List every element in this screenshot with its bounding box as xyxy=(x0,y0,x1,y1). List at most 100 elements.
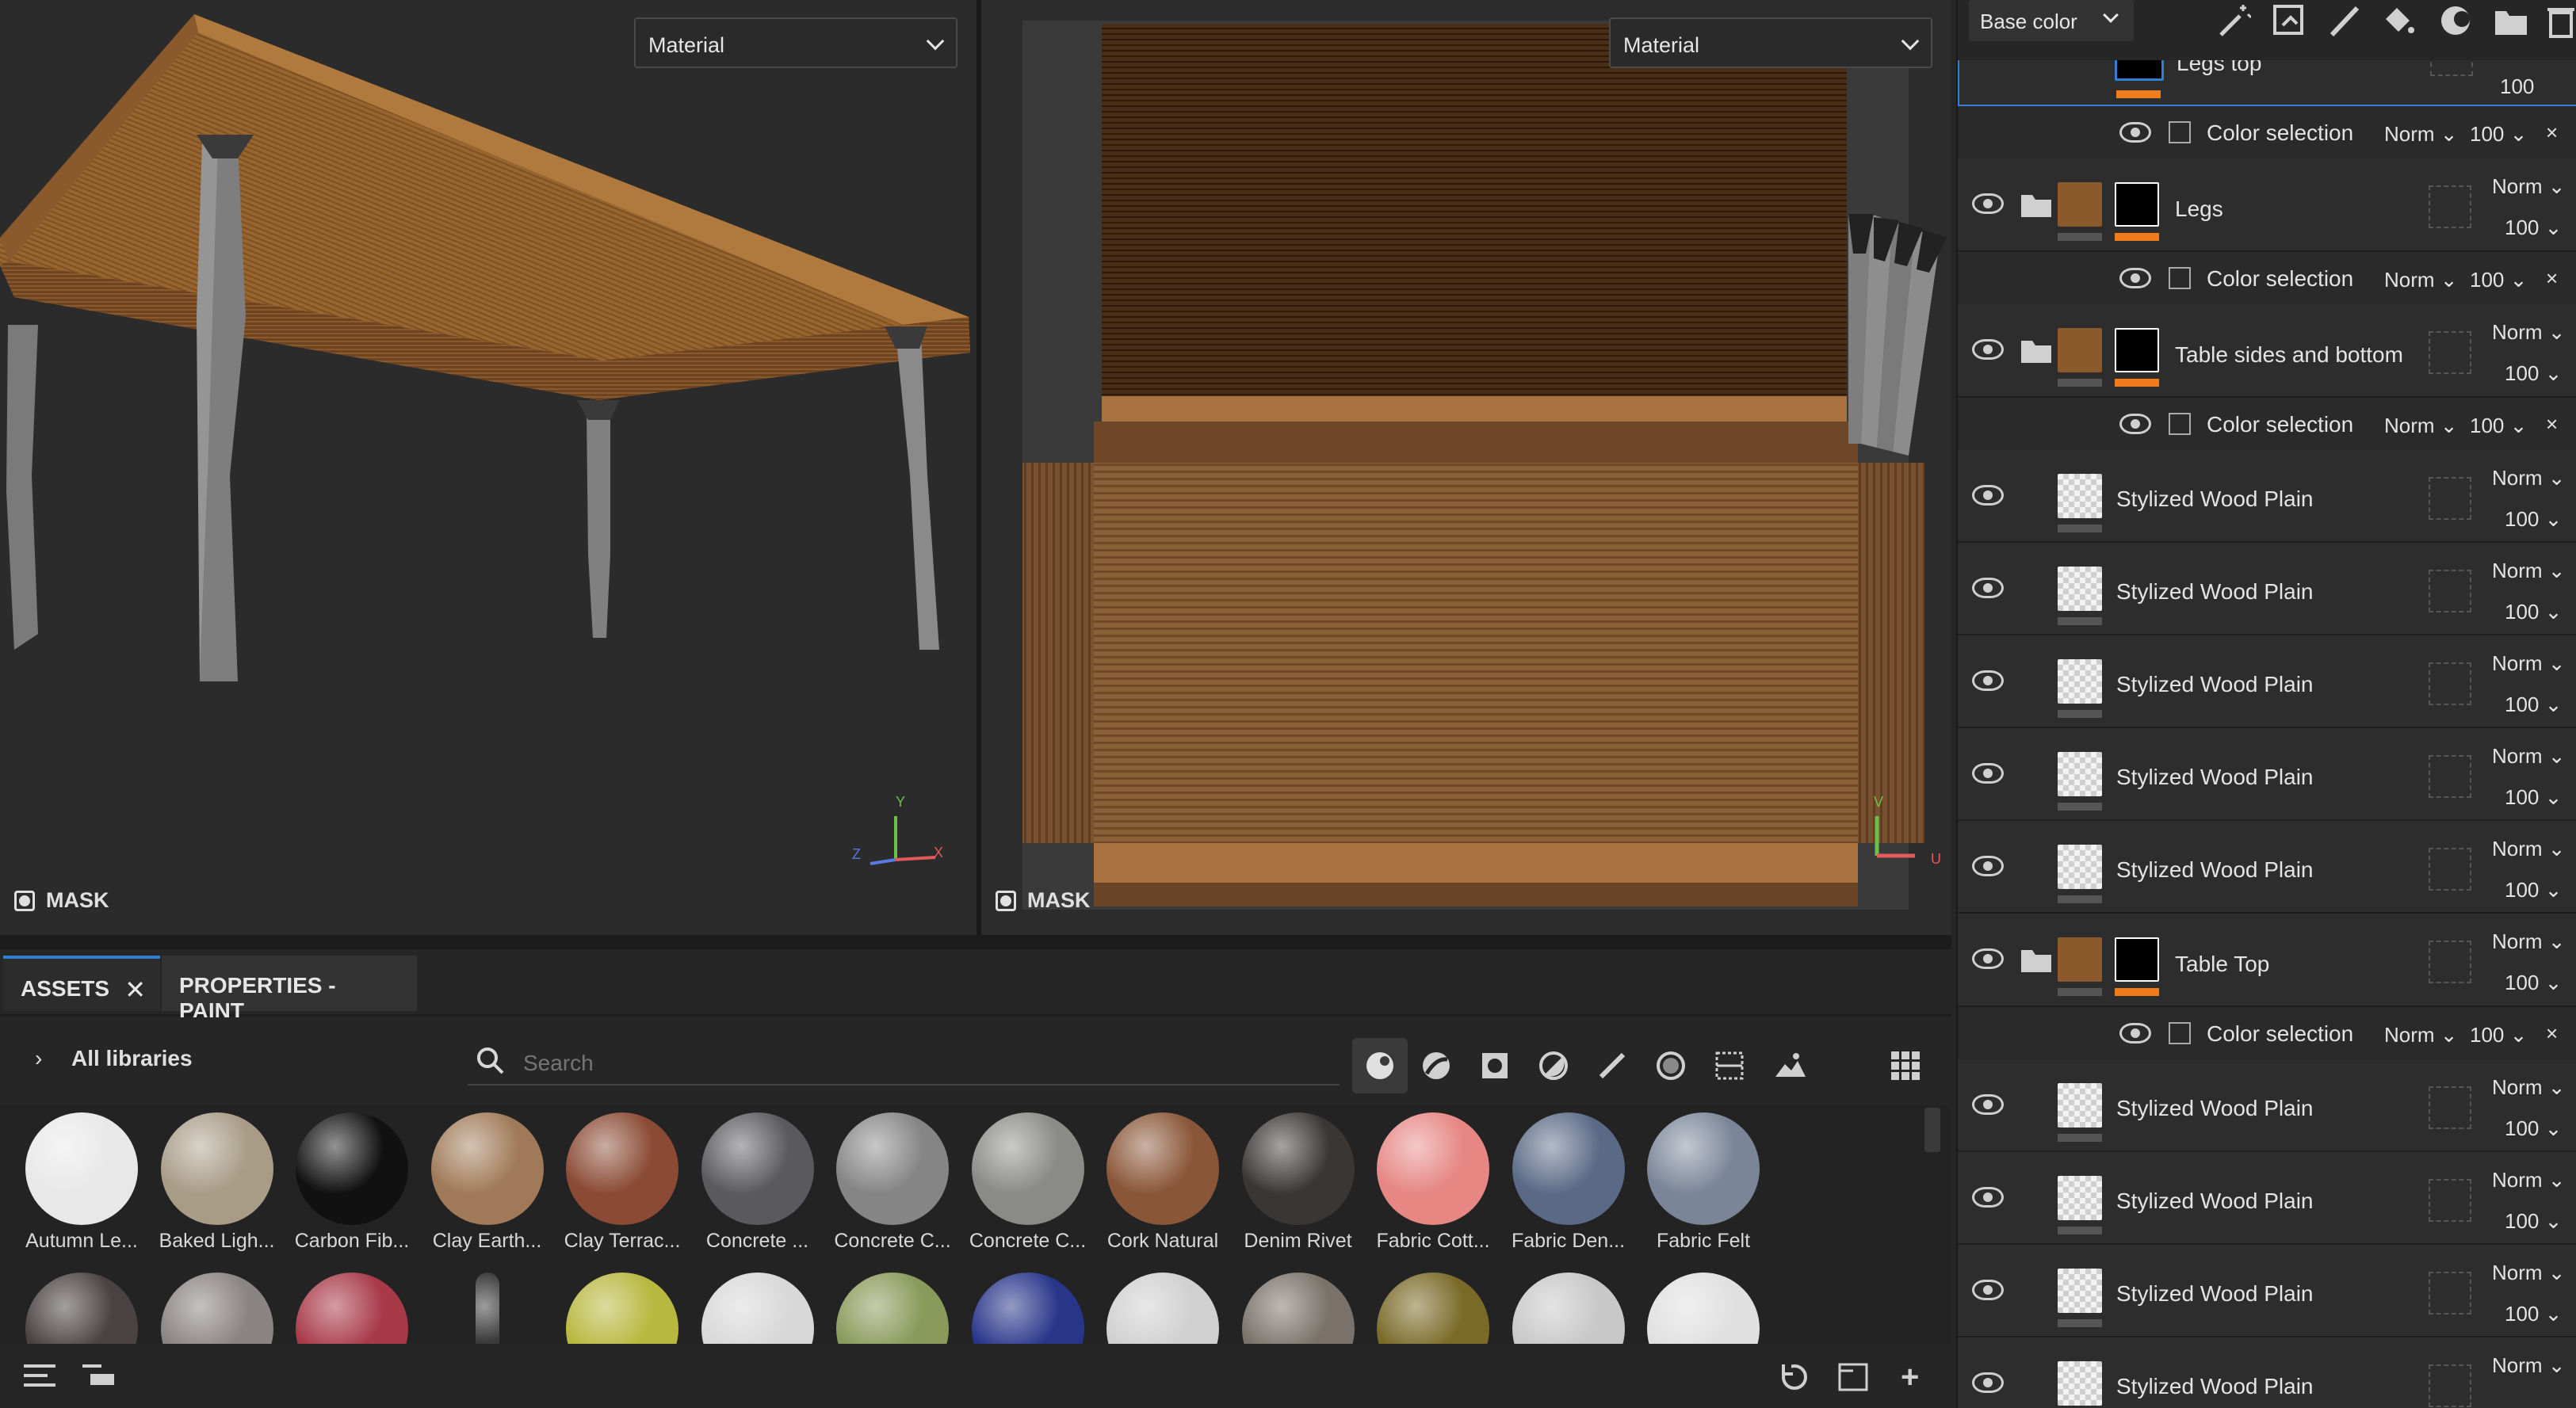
material-item[interactable] xyxy=(825,1273,960,1344)
delete-layer-icon[interactable] xyxy=(2544,3,2576,42)
blend-mode-select[interactable]: Norm ⌄ xyxy=(2384,414,2458,438)
scrollbar-thumb[interactable] xyxy=(1924,1108,1940,1152)
filter-smart-materials-icon[interactable] xyxy=(1414,1044,1458,1088)
new-folder-icon[interactable] xyxy=(1837,1361,1869,1397)
opacity-select[interactable]: 100 ⌄ xyxy=(2505,1116,2562,1141)
blend-mode-select[interactable]: Norm ⌄ xyxy=(2492,744,2566,769)
blend-mode-select[interactable]: Norm ⌄ xyxy=(2492,837,2566,861)
opacity-select[interactable]: 100 ⌄ xyxy=(2505,785,2562,810)
opacity-select[interactable]: 100 ⌄ xyxy=(2505,971,2562,995)
close-icon[interactable]: × xyxy=(2546,412,2558,437)
add-icon[interactable]: + xyxy=(1901,1361,1919,1393)
blend-mode-select[interactable]: Norm ⌄ xyxy=(2492,1168,2566,1192)
search-field[interactable] xyxy=(468,1038,1340,1086)
layer-folder-row[interactable]: Table Top Norm ⌄ 100 ⌄ xyxy=(1958,914,2576,1007)
add-mask-icon[interactable] xyxy=(2438,3,2473,42)
fill-layer-row[interactable]: Stylized Wood Plain Norm ⌄ 100 ⌄ xyxy=(1958,728,2576,821)
opacity-select[interactable]: 100 ⌄ xyxy=(2505,361,2562,386)
fill-layer-row[interactable]: Stylized Wood Plain Norm ⌄ 100 ⌄ xyxy=(1958,543,2576,635)
material-item[interactable]: Concrete C... xyxy=(825,1112,960,1253)
add-effect-icon[interactable] xyxy=(2381,3,2416,42)
material-item[interactable]: Concrete ... xyxy=(690,1112,825,1253)
add-folder-icon[interactable] xyxy=(2494,3,2528,42)
color-selection-row[interactable]: Color selection Norm ⌄ 100 ⌄ × xyxy=(1958,398,2576,450)
fill-layer-row[interactable]: Stylized Wood Plain Norm ⌄ 100 ⌄ xyxy=(1958,1245,2576,1337)
opacity-select[interactable]: 100 ⌄ xyxy=(2470,1023,2527,1047)
layer-opacity[interactable]: 100 xyxy=(2500,74,2534,99)
opacity-select[interactable]: 100 ⌄ xyxy=(2505,507,2562,532)
visibility-eye-icon[interactable] xyxy=(1972,1094,2004,1115)
channel-select[interactable]: Base color xyxy=(1969,0,2134,41)
magic-wand-icon[interactable] xyxy=(2216,3,2253,42)
material-item[interactable] xyxy=(961,1273,1095,1344)
blend-mode-select[interactable]: Norm ⌄ xyxy=(2492,559,2566,583)
blend-mode-select[interactable]: Norm ⌄ xyxy=(2384,1023,2458,1047)
visibility-eye-icon[interactable] xyxy=(2119,122,2151,143)
material-item[interactable]: Fabric Cott... xyxy=(1366,1112,1500,1253)
opacity-select[interactable]: 100 ⌄ xyxy=(2505,600,2562,624)
blend-mode-select[interactable]: Norm ⌄ xyxy=(2492,320,2566,345)
filter-brushes-icon[interactable] xyxy=(1590,1044,1634,1088)
color-selection-row[interactable]: Color selection Norm ⌄ 100 ⌄ × xyxy=(1958,1007,2576,1059)
add-paint-layer-icon[interactable] xyxy=(2327,3,2362,42)
color-selection-row[interactable]: Color selection Norm ⌄ 100 ⌄ × xyxy=(1958,106,2576,158)
filter-materials-icon[interactable] xyxy=(1352,1038,1408,1093)
opacity-select[interactable]: 100 ⌄ xyxy=(2505,216,2562,240)
layer-folder-row[interactable]: Table sides and bottom Norm ⌄ 100 ⌄ xyxy=(1958,304,2576,398)
material-item[interactable]: Clay Earth... xyxy=(420,1112,555,1253)
blend-mode-select[interactable]: Norm ⌄ xyxy=(2492,1261,2566,1285)
filter-environments-icon[interactable] xyxy=(1768,1044,1812,1088)
visibility-eye-icon[interactable] xyxy=(1972,193,2004,214)
opacity-select[interactable]: ⌄ xyxy=(2505,1395,2522,1408)
opacity-select[interactable]: 100 ⌄ xyxy=(2505,878,2562,902)
visibility-eye-icon[interactable] xyxy=(1972,485,2004,506)
fill-layer-row[interactable]: Stylized Wood Plain Norm ⌄ 100 ⌄ xyxy=(1958,821,2576,914)
viewport-2d-mask-toggle[interactable]: MASK xyxy=(996,888,1091,913)
blend-mode-select[interactable]: Norm ⌄ xyxy=(2492,1075,2566,1100)
close-icon[interactable]: ✕ xyxy=(124,975,146,1005)
folder-icon[interactable] xyxy=(2020,192,2053,223)
material-item[interactable] xyxy=(1095,1273,1230,1344)
material-item[interactable] xyxy=(285,1273,419,1344)
blend-mode-select[interactable]: Norm ⌄ xyxy=(2492,174,2566,199)
viewport-2d[interactable]: V U Material MASK xyxy=(981,0,1951,935)
material-item[interactable]: Fabric Felt xyxy=(1636,1112,1771,1253)
material-item[interactable]: Denim Rivet xyxy=(1231,1112,1366,1253)
blend-mode-select[interactable]: Norm ⌄ xyxy=(2384,268,2458,292)
close-icon[interactable]: × xyxy=(2546,1021,2558,1046)
viewport-3d-mode-select[interactable]: Material xyxy=(634,17,957,68)
tab-properties-paint[interactable]: PROPERTIES - PAINT xyxy=(162,956,417,1023)
visibility-eye-icon[interactable] xyxy=(1972,670,2004,691)
filter-alphas-icon[interactable] xyxy=(1649,1044,1693,1088)
material-item[interactable]: Autumn Le... xyxy=(14,1112,149,1253)
fill-layer-row[interactable]: Stylized Wood Plain Norm ⌄ 100 ⌄ xyxy=(1958,635,2576,728)
material-item[interactable]: Cork Natural xyxy=(1095,1112,1230,1253)
material-item[interactable]: Fabric Den... xyxy=(1501,1112,1636,1253)
tab-assets[interactable]: ASSETS ✕ xyxy=(3,956,160,1011)
material-item[interactable] xyxy=(1636,1273,1771,1344)
material-item[interactable]: Concrete C... xyxy=(961,1112,1095,1253)
material-item[interactable] xyxy=(150,1273,285,1344)
material-item[interactable]: Carbon Fib... xyxy=(285,1112,419,1253)
visibility-eye-icon[interactable] xyxy=(2119,1023,2151,1044)
fill-layer-row[interactable]: Stylized Wood Plain Norm ⌄ ⌄ xyxy=(1958,1337,2576,1408)
material-item[interactable]: Clay Terrac... xyxy=(555,1112,690,1253)
material-item[interactable] xyxy=(14,1273,149,1344)
visibility-eye-icon[interactable] xyxy=(1972,339,2004,360)
visibility-eye-icon[interactable] xyxy=(1972,1187,2004,1208)
filter-procedurals-icon[interactable] xyxy=(1707,1044,1752,1088)
fill-layer-row[interactable]: Stylized Wood Plain Norm ⌄ 100 ⌄ xyxy=(1958,450,2576,543)
opacity-select[interactable]: 100 ⌄ xyxy=(2505,1209,2562,1234)
folder-icon[interactable] xyxy=(2020,947,2053,978)
fill-layer-row[interactable]: Stylized Wood Plain Norm ⌄ 100 ⌄ xyxy=(1958,1059,2576,1152)
opacity-select[interactable]: 100 ⌄ xyxy=(2505,1302,2562,1326)
blend-mode-select[interactable]: Norm ⌄ xyxy=(2384,122,2458,147)
sort-icon[interactable] xyxy=(82,1361,117,1394)
folder-icon[interactable] xyxy=(2020,338,2053,368)
color-selection-row[interactable]: Color selection Norm ⌄ 100 ⌄ × xyxy=(1958,252,2576,304)
visibility-eye-icon[interactable] xyxy=(2119,414,2151,434)
visibility-eye-icon[interactable] xyxy=(2119,268,2151,288)
material-item[interactable] xyxy=(555,1273,690,1344)
refresh-icon[interactable] xyxy=(1779,1361,1810,1397)
visibility-eye-icon[interactable] xyxy=(1972,948,2004,969)
